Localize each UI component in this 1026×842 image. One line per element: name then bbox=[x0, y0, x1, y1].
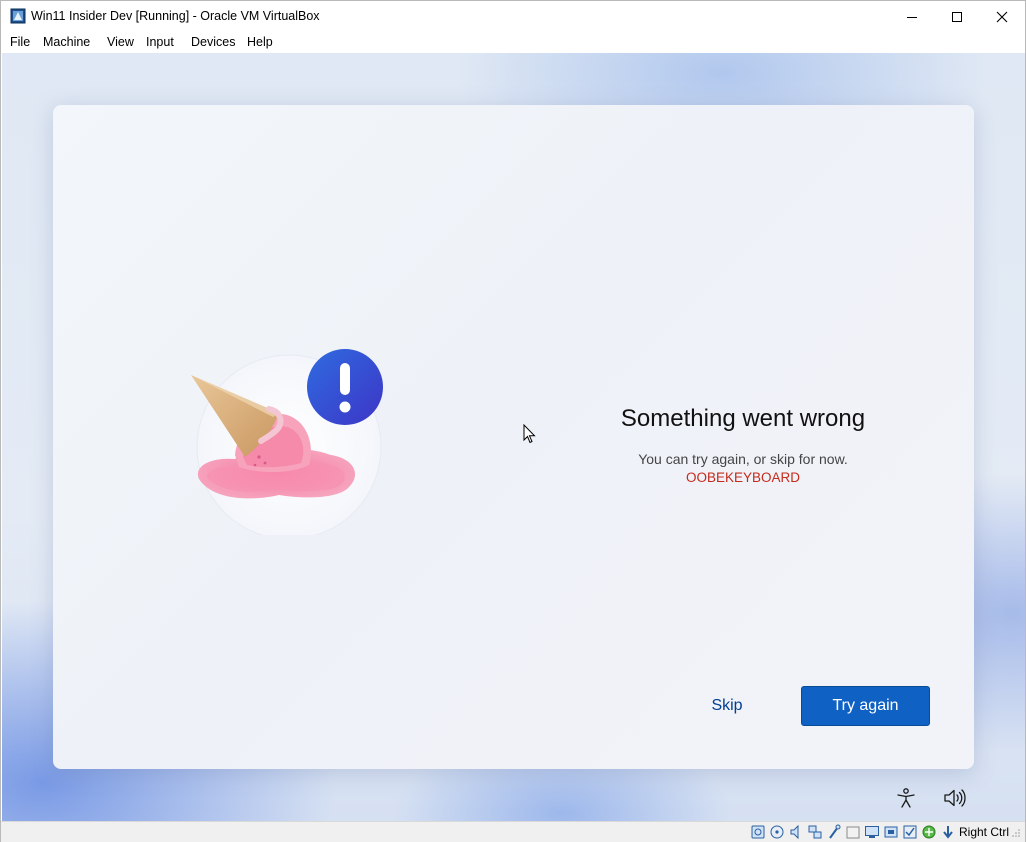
usb-icon[interactable] bbox=[826, 824, 842, 840]
error-headline: Something went wrong bbox=[620, 405, 866, 432]
virtualbox-window: Win11 Insider Dev [Running] - Oracle VM … bbox=[0, 0, 1026, 842]
skip-button[interactable]: Skip bbox=[695, 686, 759, 726]
network-icon[interactable] bbox=[807, 824, 823, 840]
window-title: Win11 Insider Dev [Running] - Oracle VM … bbox=[31, 9, 320, 23]
oobe-error-card: Something went wrong You can try again, … bbox=[53, 105, 974, 769]
minimize-icon bbox=[907, 16, 917, 18]
melted-ice-cream-illustration bbox=[191, 349, 383, 535]
menu-machine[interactable]: Machine bbox=[43, 35, 90, 49]
minimize-button[interactable] bbox=[889, 1, 935, 32]
audio-icon[interactable] bbox=[788, 824, 804, 840]
video-capture-icon[interactable] bbox=[883, 824, 899, 840]
menu-bar: File Machine View Input Devices Help bbox=[1, 32, 1025, 53]
mouse-integration-icon[interactable] bbox=[940, 824, 956, 840]
close-icon bbox=[996, 11, 1008, 22]
error-code: OOBEKEYBOARD bbox=[685, 470, 801, 485]
maximize-icon bbox=[952, 11, 962, 22]
vm-display[interactable]: Something went wrong You can try again, … bbox=[2, 53, 1025, 821]
title-bar[interactable]: Win11 Insider Dev [Running] - Oracle VM … bbox=[1, 1, 1025, 32]
shared-folders-icon[interactable] bbox=[845, 824, 861, 840]
guest-additions-icon[interactable] bbox=[921, 824, 937, 840]
accessibility-icon[interactable] bbox=[895, 787, 917, 809]
menu-help[interactable]: Help bbox=[247, 35, 273, 49]
maximize-button[interactable] bbox=[934, 1, 980, 32]
menu-view[interactable]: View bbox=[107, 35, 134, 49]
resize-grip-icon[interactable] bbox=[1011, 828, 1021, 838]
virtualbox-icon bbox=[10, 8, 26, 24]
error-subtext: You can try again, or skip for now. bbox=[638, 451, 848, 467]
host-key-label: Right Ctrl bbox=[959, 825, 1010, 839]
close-button[interactable] bbox=[979, 1, 1025, 32]
menu-input[interactable]: Input bbox=[146, 35, 174, 49]
cpu-icon[interactable] bbox=[902, 824, 918, 840]
menu-devices[interactable]: Devices bbox=[191, 35, 235, 49]
optical-drive-icon[interactable] bbox=[769, 824, 785, 840]
mouse-cursor-icon bbox=[523, 424, 536, 444]
device-status-icons bbox=[750, 824, 956, 841]
display-icon[interactable] bbox=[864, 824, 880, 840]
hard-disk-icon[interactable] bbox=[750, 824, 766, 840]
volume-icon[interactable] bbox=[942, 787, 966, 809]
menu-file[interactable]: File bbox=[10, 35, 30, 49]
status-bar: Right Ctrl bbox=[1, 821, 1025, 842]
try-again-button[interactable]: Try again bbox=[801, 686, 930, 726]
